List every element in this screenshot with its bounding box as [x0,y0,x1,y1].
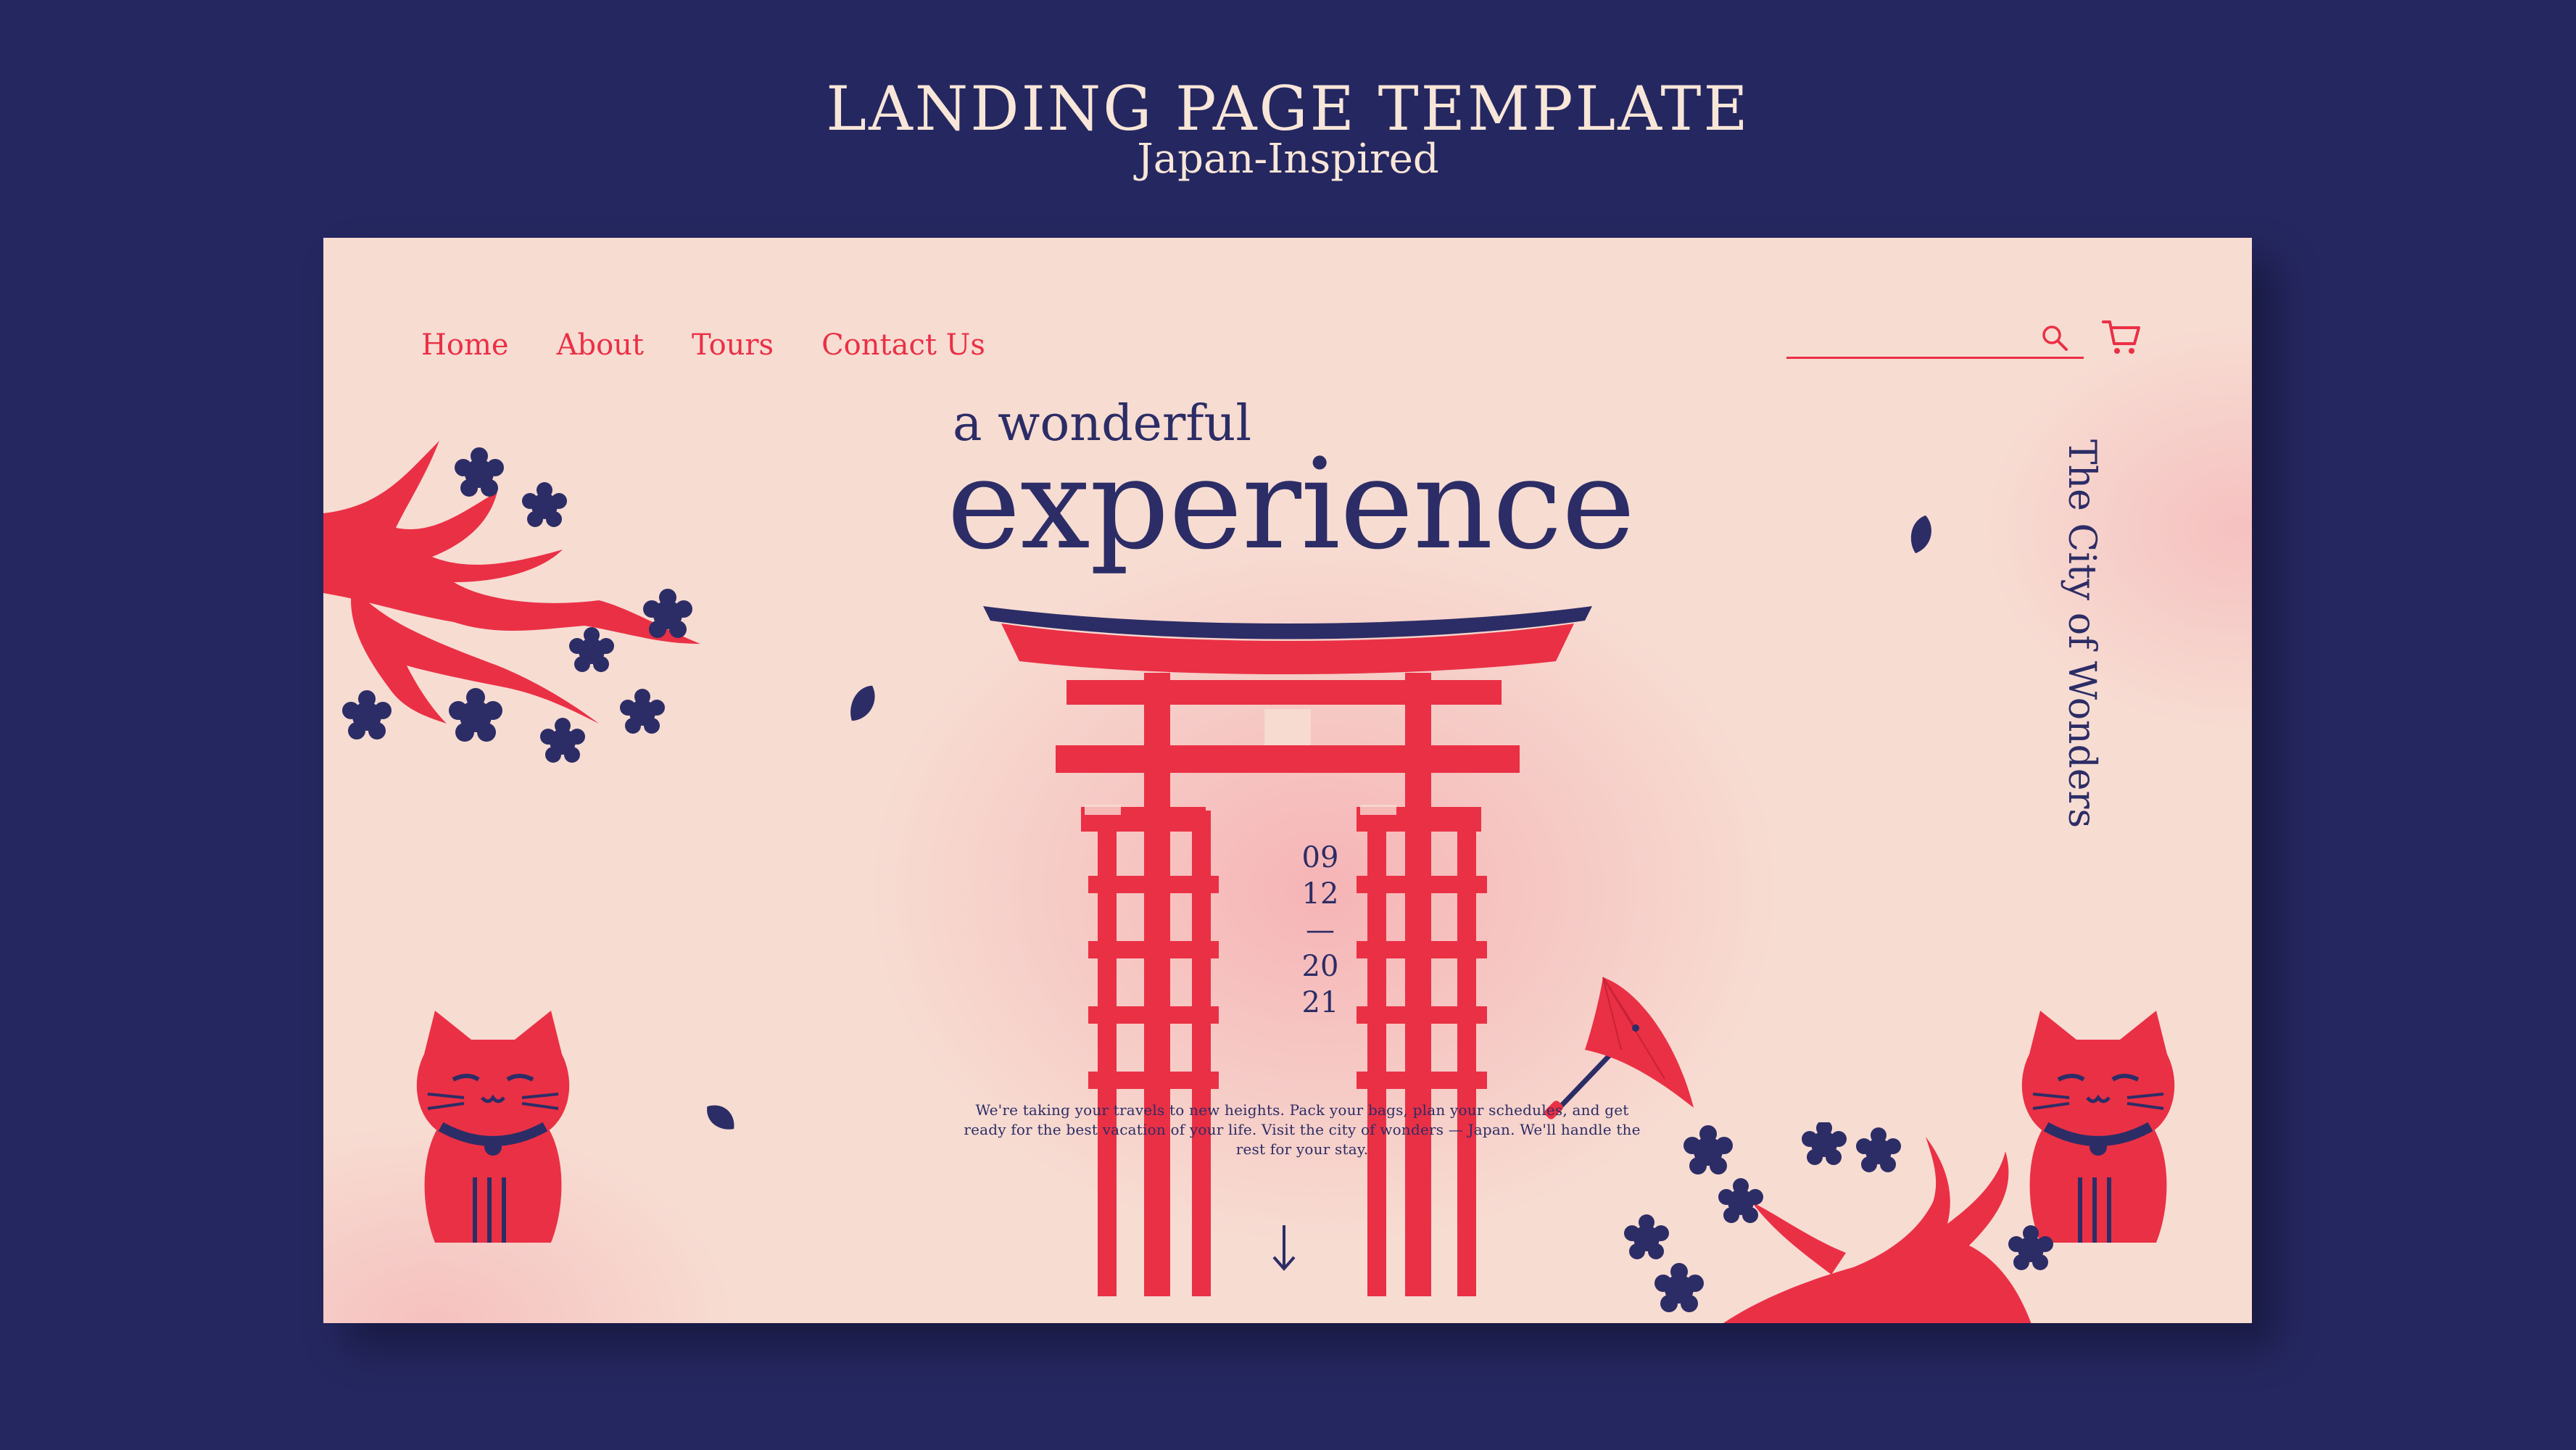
cart-icon[interactable] [2101,318,2142,357]
nav-contact-link[interactable]: Contact Us [821,331,985,360]
nav-about-link[interactable]: About [557,331,644,360]
cherry-blossom-branch-top-left [323,441,700,763]
hero-side-text: The City of Wonders [2060,439,2103,829]
date-line-3: 20 [1301,950,1339,983]
date-separator: — [1306,914,1335,947]
petal-3 [707,1105,734,1130]
showcase-title: LANDING PAGE TEMPLATE [826,73,1750,144]
search-icon[interactable] [2040,323,2071,354]
petal-1 [850,685,875,721]
date-line-1: 09 [1301,841,1339,874]
arrow-down-icon[interactable] [1270,1224,1299,1272]
hero-description: We're taking your travels to new heights… [964,1101,1641,1158]
cherry-blossom-branch-bottom-right [1624,1122,2053,1323]
date-line-2: 12 [1301,877,1339,911]
nav-home-link[interactable]: Home [421,331,509,360]
date-line-4: 21 [1301,986,1339,1019]
nav-tours-link[interactable]: Tours [692,331,774,360]
search-bar [1786,319,2084,359]
search-input[interactable] [1786,319,2036,355]
lucky-cat-left [416,1011,570,1243]
hero-title: experience [947,431,1636,577]
main-nav: Home About Tours Contact Us [421,331,985,360]
showcase-subtitle: Japan-Inspired [1137,136,1439,183]
petal-2 [1910,515,1931,554]
event-date: 09 12 — 20 21 [1262,840,1378,1021]
landing-page-card: Home About Tours Contact Us a wonderful … [323,238,2252,1323]
